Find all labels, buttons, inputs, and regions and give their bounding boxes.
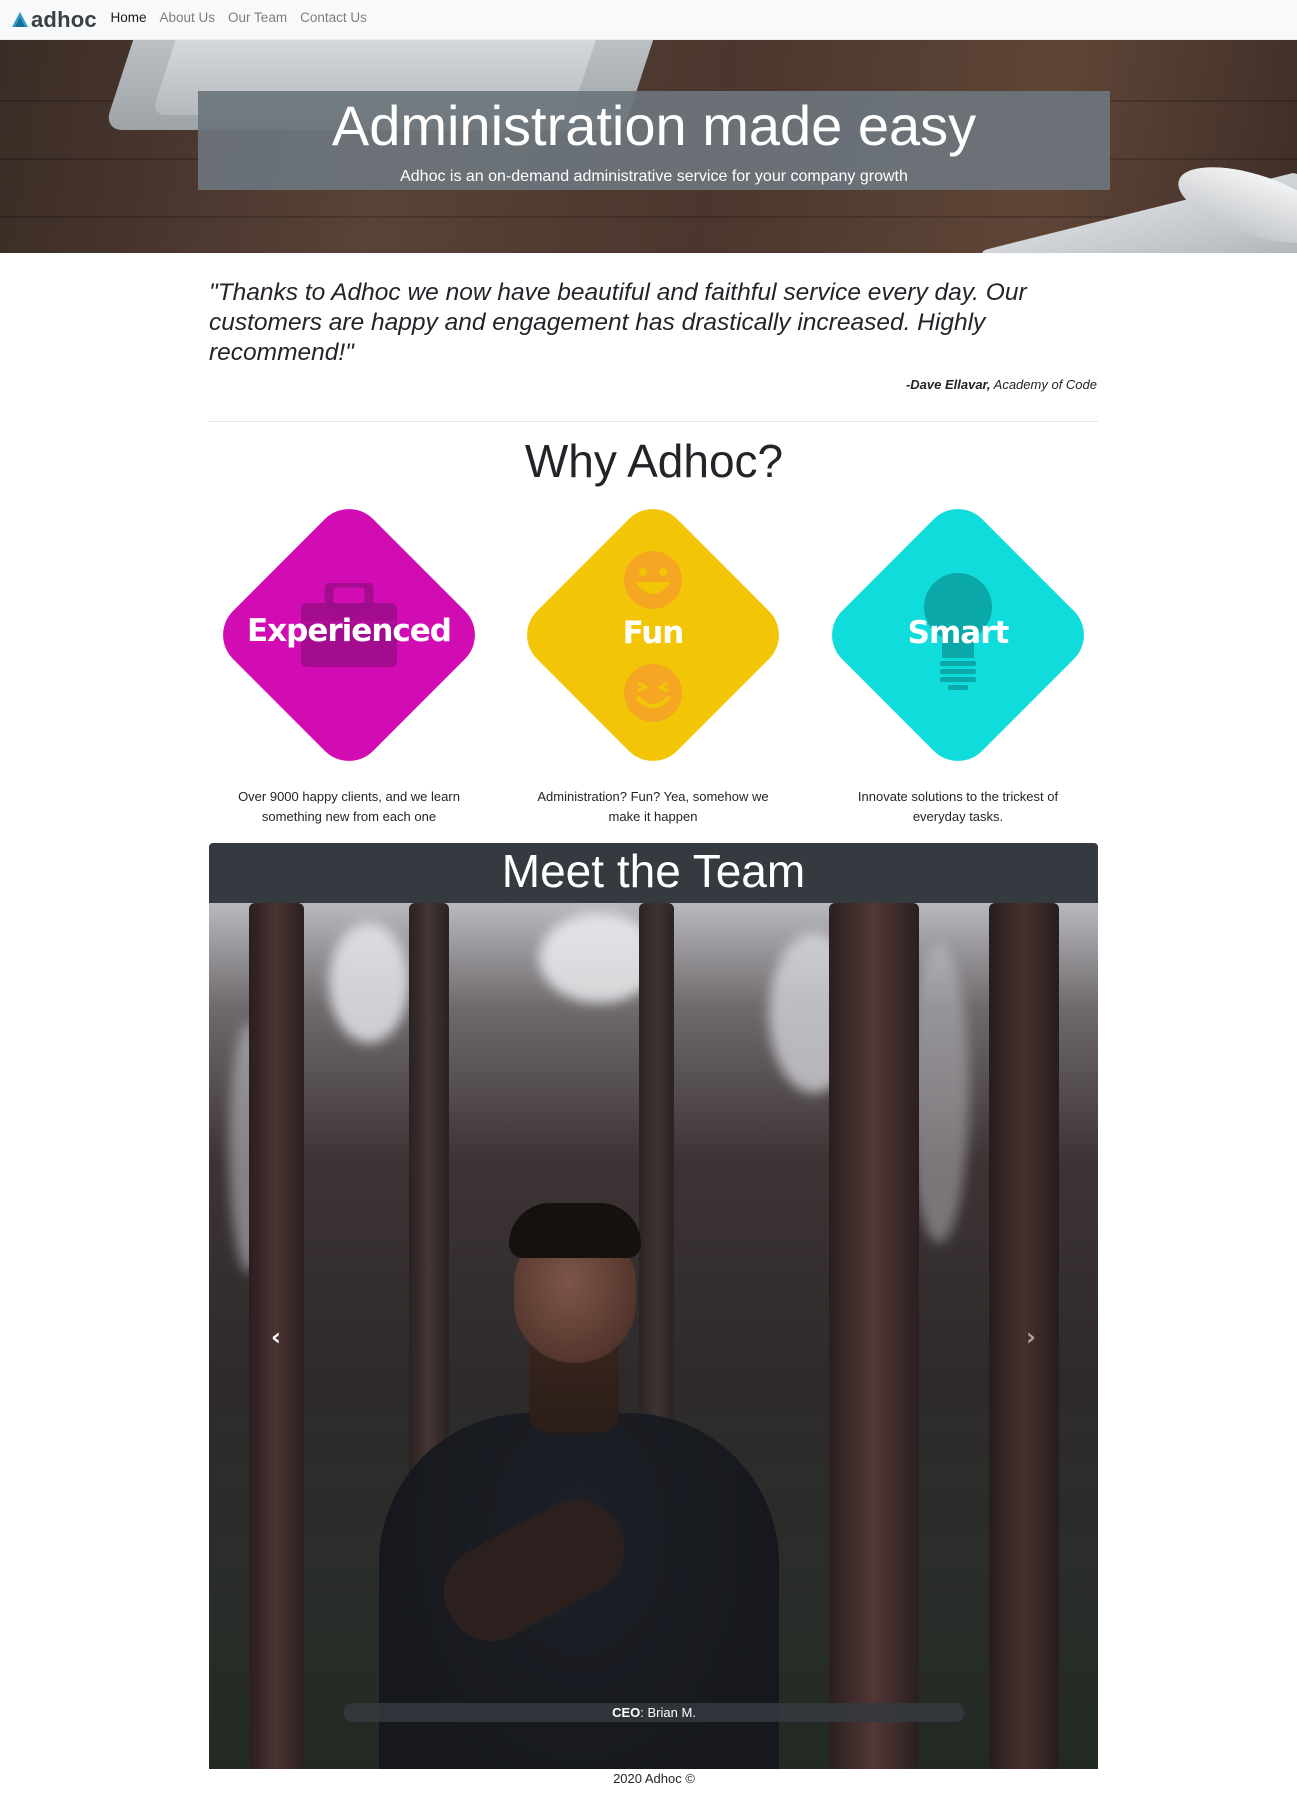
team-title: Meet the Team [209,843,1098,903]
brand-logo-link[interactable]: adhoc [11,7,97,32]
caption-role: CEO [612,1705,641,1720]
adhoc-logo-icon [12,12,28,27]
brand-name: adhoc [31,7,97,32]
smiley-icon [624,551,682,609]
hero-text-box: Administration made easy Adhoc is an on-… [198,91,1110,190]
navbar: adhoc Home About Us Our Team Contact Us [0,0,1297,40]
nav-link-our-team[interactable]: Our Team [222,10,294,26]
feature-label-fun: Fun [622,615,685,651]
feature-label-experienced: Experienced [247,613,452,649]
carousel-caption: CEO: Brian M. [344,1703,964,1722]
section-divider [209,421,1098,422]
nav-links: Home About Us Our Team Contact Us [104,10,373,26]
feature-desc-fun: Administration? Fun? Yea, somehow we mak… [537,789,769,824]
carousel-prev-button[interactable]: ‹ [266,1323,286,1351]
caption-name: : Brian M. [640,1705,696,1720]
feature-experienced: Experienced Over 9000 happy clients, and… [208,494,490,835]
testimonial-quote: "Thanks to Adhoc we now have beautiful a… [209,279,1027,366]
testimonial-company: Academy of Code [993,377,1097,392]
hero-banner: Administration made easy Adhoc is an on-… [0,40,1297,253]
why-title: Why Adhoc? [524,435,784,487]
footer-copyright: 2020 Adhoc © [613,1771,695,1786]
chevron-right-icon: › [1026,1323,1036,1351]
hero-title: Administration made easy [331,94,977,157]
team-carousel[interactable]: ‹ › CEO: Brian M. [209,903,1098,1769]
testimonial-citation: -Dave Ellavar, Academy of Code [209,377,1097,392]
hero-subtitle: Adhoc is an on-demand administrative ser… [400,168,908,185]
feature-desc-experienced: Over 9000 happy clients, and we learn so… [238,789,460,824]
nav-link-contact-us[interactable]: Contact Us [294,10,374,26]
feature-desc-smart: Innovate solutions to the trickest of ev… [857,789,1059,824]
carousel-next-button[interactable]: › [1021,1323,1041,1351]
winking-smiley-icon [624,664,682,722]
testimonial-author: -Dave Ellavar, [905,377,991,392]
chevron-left-icon: ‹ [271,1323,281,1351]
feature-fun: Fun Administration? Fun? Yea, somehow we… [512,494,794,835]
feature-label-smart: Smart [907,615,1010,651]
nav-link-home[interactable]: Home [104,10,153,26]
feature-smart: Smart Innovate solutions to the trickest… [817,494,1099,835]
nav-link-about-us[interactable]: About Us [153,10,222,26]
